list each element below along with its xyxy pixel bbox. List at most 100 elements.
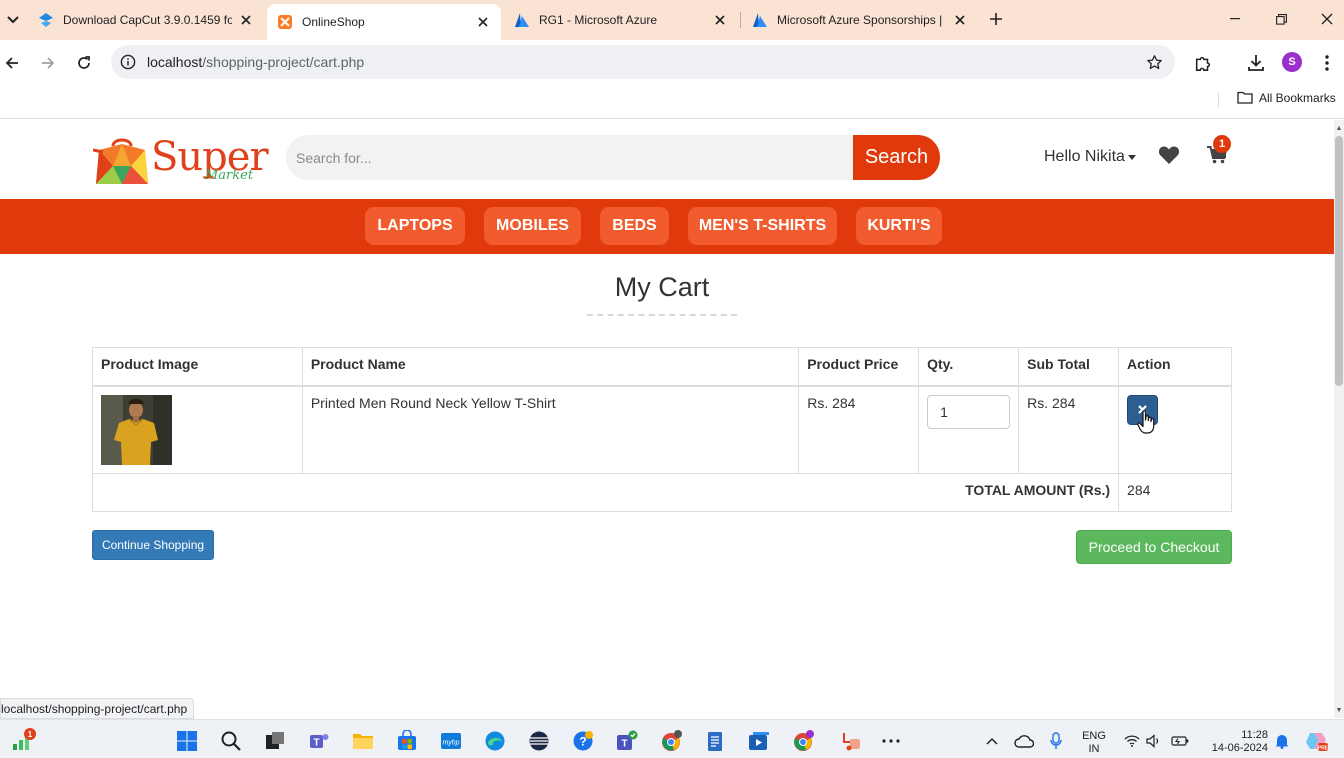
notification-bell-icon[interactable]: [1270, 729, 1294, 753]
close-tab-icon[interactable]: [712, 12, 728, 28]
category-kurtis[interactable]: KURTI'S: [856, 207, 942, 245]
browser-menu-icon[interactable]: [1316, 52, 1338, 74]
folder-icon: [1237, 91, 1253, 105]
back-arrow-icon[interactable]: [0, 51, 24, 75]
windows-start-icon[interactable]: [175, 729, 199, 753]
tab-capcut[interactable]: Download CapCut 3.9.0.1459 fo: [28, 5, 264, 35]
all-bookmarks-button[interactable]: All Bookmarks: [1237, 91, 1336, 105]
restore-icon[interactable]: [1270, 8, 1292, 30]
heart-icon[interactable]: [1158, 145, 1180, 165]
clock-time: 11:28: [1241, 729, 1268, 741]
tab-title: OnlineShop: [302, 15, 365, 29]
edge-browser-icon[interactable]: [483, 729, 507, 753]
search-button[interactable]: Search: [853, 135, 940, 180]
logo-bag-icon: [93, 138, 148, 184]
help-question-icon[interactable]: ?: [571, 729, 595, 753]
cart-table: Product Image Product Name Product Price…: [91, 347, 1232, 512]
search-input[interactable]: [286, 135, 855, 180]
more-apps-ellipsis-icon[interactable]: [879, 729, 903, 753]
product-name: Printed Men Round Neck Yellow T-Shirt: [301, 385, 800, 474]
qty-cell: [918, 385, 1020, 474]
address-bar[interactable]: localhost/shopping-project/cart.php: [111, 45, 1175, 79]
language-code: ENG: [1082, 730, 1106, 742]
chrome-active-icon[interactable]: [791, 729, 815, 753]
link-status-bar: localhost/shopping-project/cart.php: [0, 698, 195, 719]
page-scrollbar[interactable]: ▲ ▼: [1334, 120, 1344, 718]
page-title: My Cart: [614, 272, 710, 302]
scroll-up-arrow-icon[interactable]: ▲: [1335, 123, 1343, 133]
teams-icon[interactable]: T: [307, 729, 331, 753]
notepad-icon[interactable]: [703, 729, 727, 753]
search-icon[interactable]: [219, 729, 243, 753]
hp-myhp-icon[interactable]: myhp: [439, 729, 463, 753]
table-row: Printed Men Round Neck Yellow T-Shirt Rs…: [92, 385, 1232, 474]
file-explorer-icon[interactable]: [351, 729, 375, 753]
teams-new-icon[interactable]: T: [615, 729, 639, 753]
proceed-to-checkout-button[interactable]: Proceed to Checkout: [1076, 530, 1232, 564]
language-indicator[interactable]: ENG IN: [1080, 730, 1108, 756]
scroll-down-arrow-icon[interactable]: ▼: [1335, 705, 1343, 715]
caret-down-icon: [1127, 154, 1136, 160]
copilot-icon[interactable]: PRE: [1304, 729, 1328, 753]
media-player-icon[interactable]: [747, 729, 771, 753]
svg-text:T: T: [313, 738, 319, 749]
clock[interactable]: 11:28 14-06-2024: [1202, 729, 1268, 755]
reload-icon[interactable]: [72, 51, 96, 75]
tab-azure-rg1[interactable]: RG1 - Microsoft Azure: [504, 5, 738, 35]
tab-strip: Download CapCut 3.9.0.1459 fo OnlineShop…: [0, 0, 1344, 40]
tab-title: RG1 - Microsoft Azure: [539, 13, 658, 27]
url-text[interactable]: localhost/shopping-project/cart.php: [147, 54, 364, 70]
title-divider: [587, 314, 737, 316]
total-row: TOTAL AMOUNT (Rs.) 284: [91, 472, 1232, 512]
category-laptops[interactable]: LAPTOPS: [365, 207, 465, 245]
product-price: Rs. 284: [798, 385, 920, 474]
tab-search-chevron-icon[interactable]: [2, 8, 24, 32]
forward-arrow-icon[interactable]: [36, 51, 60, 75]
snipping-tool-icon[interactable]: [840, 729, 864, 753]
bookmark-star-icon[interactable]: [1145, 53, 1163, 71]
onedrive-cloud-icon[interactable]: [1012, 729, 1036, 753]
volume-icon[interactable]: [1142, 729, 1166, 753]
windows-taskbar: 1 T myhp ? T ENG IN 11:28 14-06-2024 PRE: [0, 719, 1344, 758]
site-logo[interactable]: Super Market: [93, 134, 269, 188]
category-mens-tshirts[interactable]: MEN'S T-SHIRTS: [688, 207, 837, 245]
new-tab-plus-icon[interactable]: [986, 9, 1006, 29]
column-header: Product Price: [798, 347, 920, 387]
clock-date: 14-06-2024: [1211, 742, 1268, 754]
category-beds[interactable]: BEDS: [600, 207, 669, 245]
close-tab-icon[interactable]: [238, 12, 254, 28]
microsoft-store-icon[interactable]: [395, 729, 419, 753]
category-mobiles[interactable]: MOBILES: [484, 207, 581, 245]
bookmarks-separator: [1218, 92, 1219, 108]
total-value: 284: [1118, 472, 1232, 512]
url-path: /shopping-project/cart.php: [202, 54, 365, 70]
minimize-icon[interactable]: [1224, 8, 1246, 30]
window-close-icon[interactable]: [1316, 8, 1338, 30]
chrome-profile-icon[interactable]: [659, 729, 683, 753]
product-image-cell: [92, 385, 303, 474]
close-tab-icon[interactable]: [952, 12, 968, 28]
battery-icon[interactable]: [1168, 729, 1192, 753]
vpn-globe-icon[interactable]: [527, 729, 551, 753]
category-nav: LAPTOPS MOBILES BEDS MEN'S T-SHIRTS KURT…: [0, 199, 1334, 254]
tab-onlineshop[interactable]: OnlineShop: [267, 4, 501, 40]
column-header: Sub Total: [1018, 347, 1120, 387]
svg-text:T: T: [621, 739, 627, 750]
continue-shopping-button[interactable]: Continue Shopping: [92, 530, 214, 560]
extensions-puzzle-icon[interactable]: [1192, 52, 1214, 74]
profile-avatar[interactable]: S: [1282, 52, 1302, 72]
show-hidden-icons-chevron-icon[interactable]: [980, 729, 1004, 753]
logo-subtitle: Market: [205, 168, 254, 183]
user-menu[interactable]: Hello Nikita: [1044, 148, 1136, 166]
downloads-icon[interactable]: [1245, 52, 1267, 74]
column-header: Qty.: [918, 347, 1020, 387]
site-info-icon[interactable]: [119, 53, 137, 71]
tab-azure-sponsorships[interactable]: Microsoft Azure Sponsorships |: [742, 5, 978, 35]
quantity-input[interactable]: [927, 394, 1011, 429]
close-tab-icon[interactable]: [475, 14, 491, 30]
wifi-icon[interactable]: [1120, 729, 1144, 753]
task-view-icon[interactable]: [263, 729, 287, 753]
scrollbar-thumb[interactable]: [1335, 136, 1343, 386]
product-image[interactable]: [101, 394, 172, 465]
microphone-icon[interactable]: [1044, 729, 1068, 753]
